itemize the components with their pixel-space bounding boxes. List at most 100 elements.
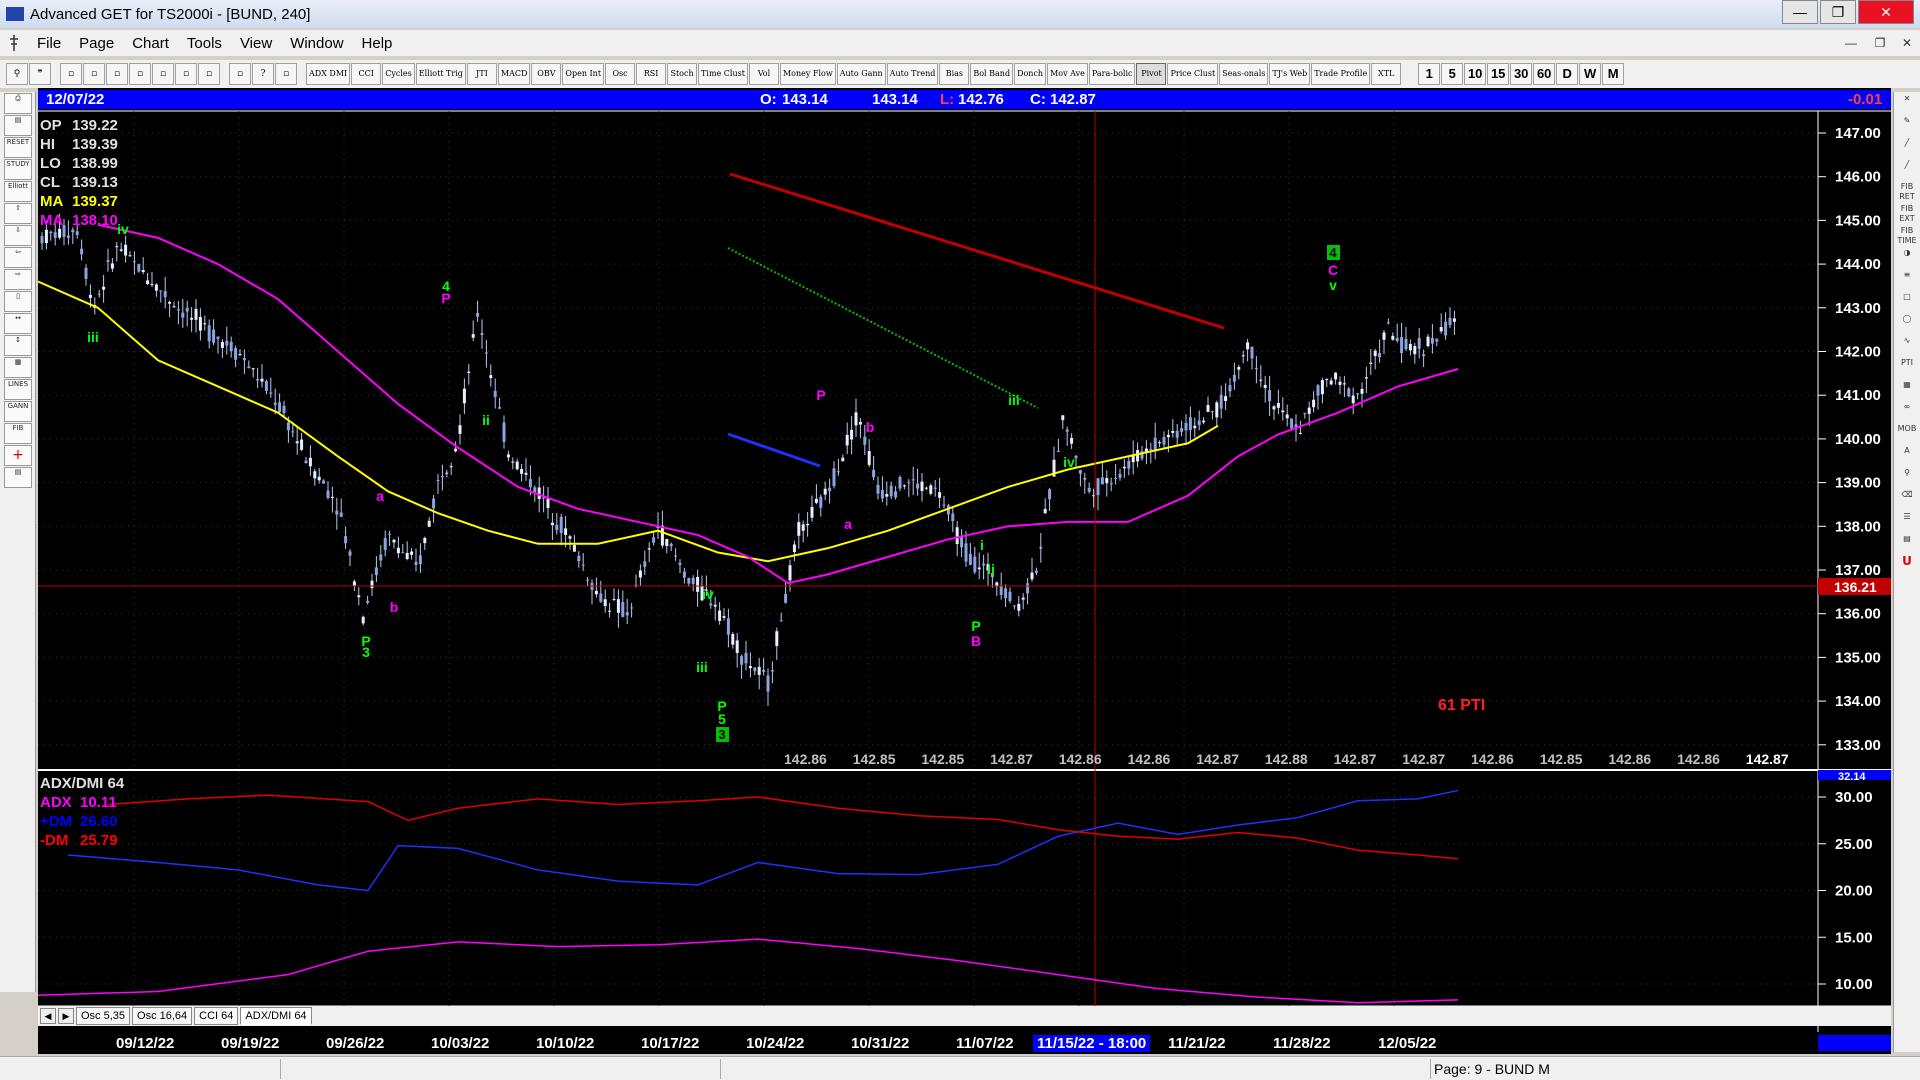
menu-window[interactable]: Window — [281, 35, 352, 52]
close-icon[interactable]: ✕ — [1896, 94, 1918, 114]
study-button-seas-onals[interactable]: Seas-onals — [1219, 63, 1269, 85]
study-button-rsi[interactable]: RSI — [636, 63, 667, 85]
study-button-mov-ave[interactable]: Mov Ave — [1047, 63, 1088, 85]
interval-button-10[interactable]: 10 — [1464, 63, 1487, 85]
mdi-restore-button[interactable]: ❐ — [1869, 33, 1891, 53]
back-icon[interactable]: ▫ — [106, 63, 128, 85]
pti-icon[interactable]: PTI — [1896, 358, 1918, 378]
tab-cci-64[interactable]: CCI 64 — [194, 1007, 239, 1025]
zoom-icon[interactable]: ▤ — [4, 115, 32, 136]
study-button-cycles[interactable]: Cycles — [382, 63, 415, 85]
compress-icon[interactable]: ↕ — [4, 335, 32, 356]
study-button-bol-band[interactable]: Bol Band — [970, 63, 1014, 85]
pin-icon[interactable]: ⚲ — [6, 63, 28, 85]
interval-button-15[interactable]: 15 — [1487, 63, 1510, 85]
study-button-osc[interactable]: Osc — [605, 63, 636, 85]
text-icon[interactable]: A — [1896, 446, 1918, 466]
interval-button-m[interactable]: M — [1602, 63, 1625, 85]
chart-svg[interactable]: 12/07/22 O: 143.14 143.14 L: 142.76 C: 1… — [37, 88, 1891, 1080]
arrow-down-icon[interactable]: ⇩ — [4, 225, 32, 246]
interval-button-w[interactable]: W — [1579, 63, 1602, 85]
quote-icon[interactable]: ❞ — [29, 63, 51, 85]
trendline-icon[interactable]: ╱ — [1896, 160, 1918, 180]
fib-time-icon[interactable]: FIB TIME — [1896, 226, 1918, 246]
mob-icon[interactable]: MOB — [1896, 424, 1918, 444]
grid-icon[interactable]: ▫ — [198, 63, 220, 85]
tab-osc-5-35[interactable]: Osc 5,35 — [76, 1007, 131, 1025]
grid-icon[interactable]: ▦ — [4, 357, 32, 378]
fan-icon[interactable]: ◑ — [1896, 248, 1918, 268]
forward-icon[interactable]: ▫ — [129, 63, 151, 85]
bars-icon[interactable]: ▯ — [4, 291, 32, 312]
tab-adx-dmi-64[interactable]: ADX/DMI 64 — [240, 1007, 312, 1025]
reset-icon[interactable]: RESET — [4, 137, 32, 158]
study-button-obv[interactable]: OBV — [531, 63, 562, 85]
study-button-macd[interactable]: MACD — [497, 63, 531, 85]
arrow-up-icon[interactable]: ⇧ — [4, 203, 32, 224]
study-button-auto-trend[interactable]: Auto Trend — [886, 63, 939, 85]
study-button-adx-dmi[interactable]: ADX DMI — [306, 63, 351, 85]
gann-icon[interactable]: GANN — [4, 401, 32, 422]
print-icon[interactable]: ⎙ — [4, 93, 32, 114]
print-icon[interactable]: ▫ — [229, 63, 251, 85]
fib-ret-icon[interactable]: FIB RET — [1896, 182, 1918, 202]
interval-button-d[interactable]: D — [1556, 63, 1579, 85]
help-pointer-icon[interactable]: ▫ — [275, 63, 297, 85]
menu-page[interactable]: Page — [70, 35, 123, 52]
help-icon[interactable]: ? — [252, 63, 274, 85]
wave-icon[interactable]: ∿ — [1896, 336, 1918, 356]
study-button-tj-s-web[interactable]: TJ's Web — [1269, 63, 1311, 85]
study-button-xtl[interactable]: XTL — [1371, 63, 1402, 85]
elliott-icon[interactable]: Elliott — [4, 181, 32, 202]
mdi-minimize-button[interactable]: — — [1840, 33, 1862, 53]
expand-icon[interactable]: ↔ — [4, 313, 32, 334]
study-button-vol[interactable]: Vol — [748, 63, 779, 85]
maximize-button[interactable]: ❐ — [1820, 0, 1856, 24]
menu-file[interactable]: File — [28, 35, 70, 52]
cross-icon[interactable]: ▫ — [175, 63, 197, 85]
study-button-para-bolic[interactable]: Para-bolic — [1088, 63, 1136, 85]
interval-button-5[interactable]: 5 — [1441, 63, 1464, 85]
cycle-icon[interactable]: ∞ — [1896, 402, 1918, 422]
study-button-time-clust[interactable]: Time Clust — [698, 63, 748, 85]
list-icon[interactable]: ☰ — [1896, 512, 1918, 532]
study-button-stoch[interactable]: Stoch — [667, 63, 698, 85]
pen-icon[interactable]: ✎ — [1896, 116, 1918, 136]
study-button-bias[interactable]: Bias — [939, 63, 970, 85]
study-button-price-clust[interactable]: Price Clust — [1167, 63, 1219, 85]
lines-icon[interactable]: LINES — [4, 379, 32, 400]
new-page-icon[interactable]: ▫ — [60, 63, 82, 85]
ellipse-icon[interactable]: ◯ — [1896, 314, 1918, 334]
menu-view[interactable]: View — [231, 35, 281, 52]
magnify-icon[interactable]: ⚲ — [1896, 468, 1918, 488]
eraser-icon[interactable]: ⌫ — [1896, 490, 1918, 510]
arrow-left-icon[interactable]: ⇦ — [4, 247, 32, 268]
minimize-button[interactable]: — — [1782, 0, 1818, 24]
menu-help[interactable]: Help — [353, 35, 402, 52]
interval-button-1[interactable]: 1 — [1418, 63, 1441, 85]
tab-scroll-left-icon[interactable]: ◀ — [40, 1008, 56, 1024]
mdi-close-button[interactable]: ✕ — [1896, 33, 1918, 53]
study-button-jti[interactable]: JTI — [466, 63, 497, 85]
study-button-open-int[interactable]: Open Int — [562, 63, 605, 85]
refresh-icon[interactable]: ▫ — [152, 63, 174, 85]
close-button[interactable]: ✕ — [1858, 0, 1914, 24]
study-icon[interactable]: STUDY — [4, 159, 32, 180]
study-button-donch[interactable]: Donch — [1014, 63, 1047, 85]
crosshair-icon[interactable]: + — [4, 445, 32, 466]
study-button-trade-profile[interactable]: Trade Profile — [1311, 63, 1371, 85]
pages-icon[interactable]: ▤ — [1896, 534, 1918, 554]
menu-chart[interactable]: Chart — [123, 35, 178, 52]
chart-area[interactable]: 12/07/22 O: 143.14 143.14 L: 142.76 C: 1… — [37, 88, 1891, 1080]
tab-osc-16-64[interactable]: Osc 16,64 — [132, 1007, 193, 1025]
line-icon[interactable]: ╱ — [1896, 138, 1918, 158]
study-button-pivot[interactable]: Pivot — [1136, 63, 1167, 85]
interval-button-60[interactable]: 60 — [1533, 63, 1556, 85]
undo-icon[interactable]: U — [1896, 556, 1918, 576]
clipboard-icon[interactable]: ▤ — [4, 467, 32, 488]
tab-scroll-right-icon[interactable]: ▶ — [58, 1008, 74, 1024]
table-icon[interactable]: ▦ — [1896, 380, 1918, 400]
arrow-right-icon[interactable]: ⇨ — [4, 269, 32, 290]
study-button-cci[interactable]: CCI — [351, 63, 382, 85]
fib-icon[interactable]: FIB — [4, 423, 32, 444]
